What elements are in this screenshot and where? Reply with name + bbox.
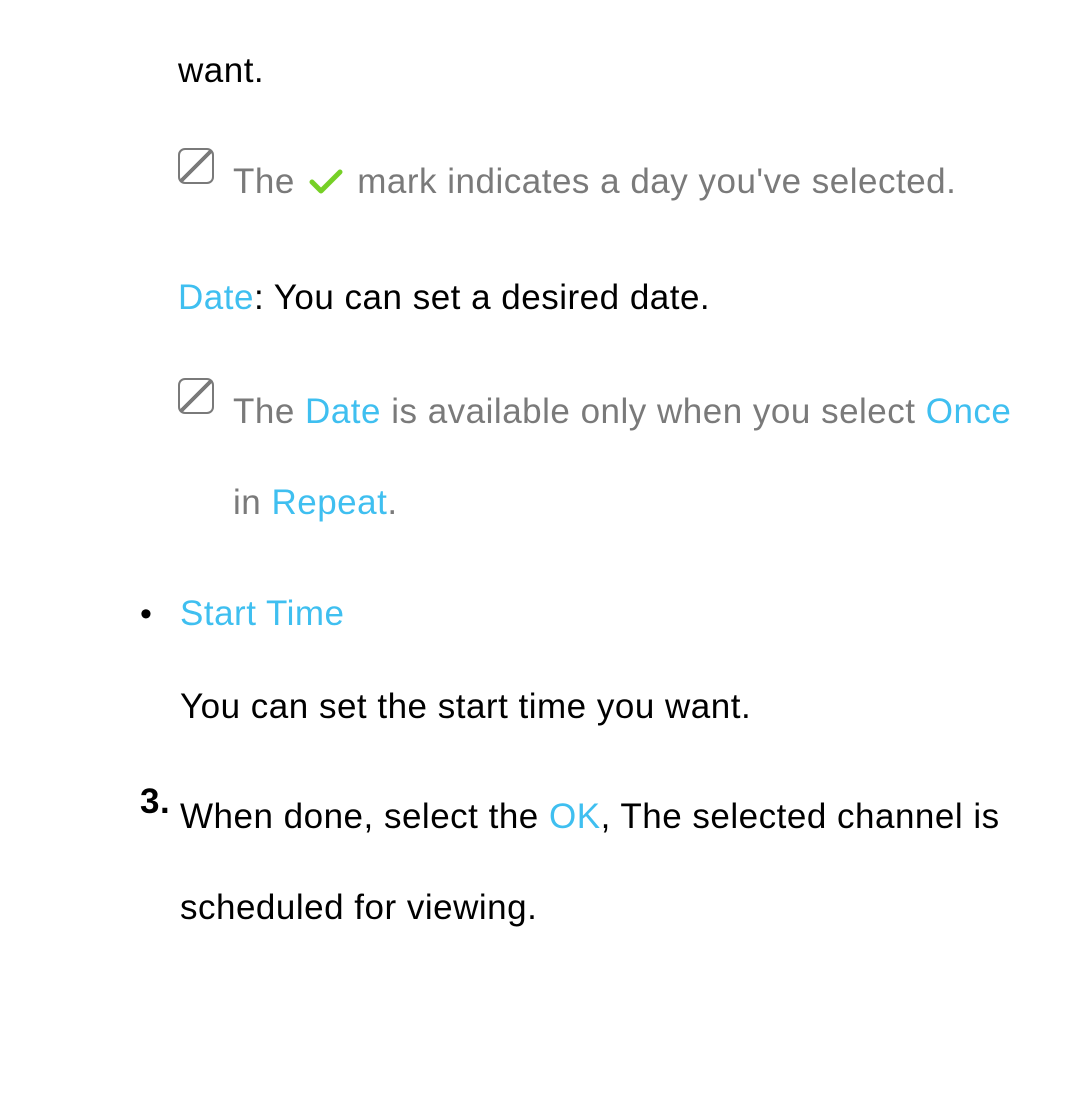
note1-after: mark indicates a day you've selected. xyxy=(357,162,956,201)
note2-once: Once xyxy=(926,392,1012,431)
start-time-desc: You can set the start time you want. xyxy=(180,674,1030,741)
note2-t3: is available only when you select xyxy=(381,392,926,431)
step3-t1: When done, select the xyxy=(180,797,549,836)
note2-t1: The xyxy=(233,392,305,431)
date-label: Date xyxy=(178,278,254,317)
note-icon xyxy=(178,148,214,184)
note-icon xyxy=(178,378,214,414)
bullet-start-time: • Start Time You can set the start time … xyxy=(140,583,1030,741)
step3-ok: OK xyxy=(549,797,601,836)
note2-t5: in xyxy=(233,483,271,522)
date-para: Date: You can set a desired date. xyxy=(178,265,1030,332)
note-text: The Date is available only when you sele… xyxy=(233,366,1030,548)
check-icon xyxy=(309,139,343,230)
step-3-number: 3. xyxy=(140,771,180,953)
bullet-body: Start Time You can set the start time yo… xyxy=(180,583,1030,741)
fragment-text: want. xyxy=(178,40,1030,101)
note2-repeat: Repeat xyxy=(271,483,387,522)
note-icon-col xyxy=(178,366,233,548)
bullet-mark: • xyxy=(140,583,180,741)
note-text: The mark indicates a day you've selected… xyxy=(233,136,1030,229)
note2-date: Date xyxy=(305,392,381,431)
note2-t7: . xyxy=(387,483,397,522)
note-selected-day: The mark indicates a day you've selected… xyxy=(178,136,1030,229)
step-3: 3. When done, select the OK, The selecte… xyxy=(140,771,1030,953)
start-time-heading: Start Time xyxy=(180,583,1030,644)
step-3-body: When done, select the OK, The selected c… xyxy=(180,771,1030,953)
note-date-availability: The Date is available only when you sele… xyxy=(178,366,1030,548)
date-rest: : You can set a desired date. xyxy=(254,278,710,317)
note1-before: The xyxy=(233,162,305,201)
note-icon-col xyxy=(178,136,233,229)
